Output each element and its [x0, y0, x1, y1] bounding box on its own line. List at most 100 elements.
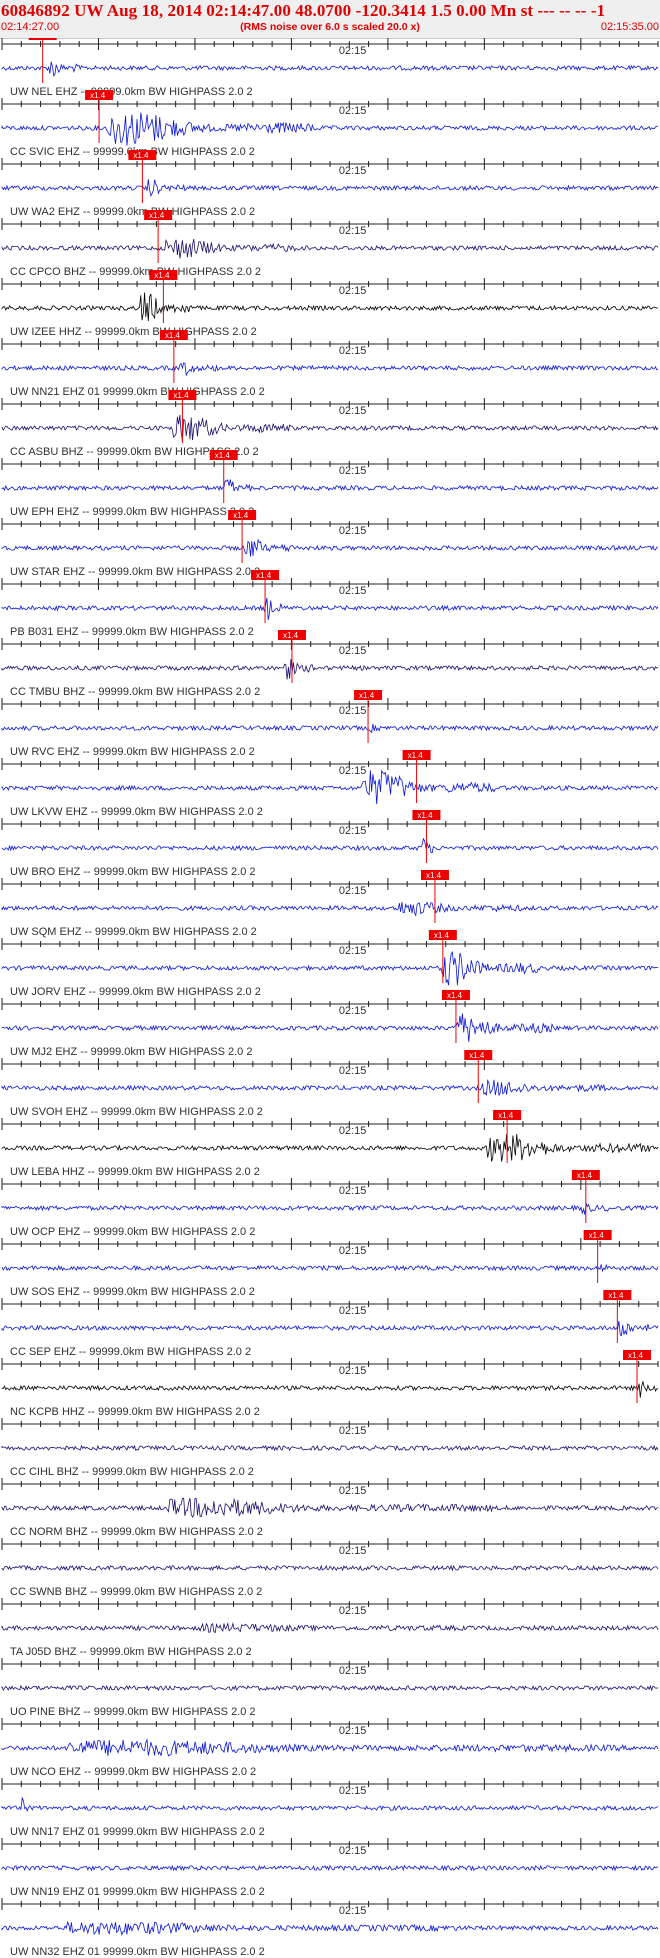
minute-mark-label: 02:15 [339, 1425, 367, 1437]
plot-header: 60846892 UW Aug 18, 2014 02:14:47.00 48.… [0, 0, 660, 39]
phase-pick-label: x1.4 [628, 1351, 644, 1360]
station-label: UW IZEE HHZ -- 99999.0km BW HIGHPASS 2.0… [10, 326, 257, 338]
phase-pick-label: x1.4 [149, 211, 165, 220]
station-label: UW NN17 EHZ 01 99999.0km BW HIGHPASS 2.0… [10, 1826, 265, 1838]
trace-row: 02:15 x1.4 UW JORV EHZ -- 99999.0km BW HIG… [1, 930, 659, 998]
waveform [1, 414, 659, 441]
minute-mark-label: 02:15 [339, 1665, 367, 1677]
waveform [1, 538, 659, 557]
trace-row: 02:15 x1.4 UW STAR EHZ -- 99999.0km BW HIG… [1, 510, 659, 578]
minute-mark-label: 02:15 [339, 345, 367, 357]
trace-row: 02:15 x1.4 UW MJ2 EHZ -- 99999.0km BW HIGH… [1, 990, 659, 1058]
waveform [1, 1738, 659, 1757]
trace-row: 02:15 x1.4 PB B031 EHZ -- 99999.0km BW HIG… [1, 570, 659, 638]
phase-pick-label: x1.4 [589, 1231, 605, 1240]
waveform [1, 1920, 659, 1936]
station-label: UW LKVW EHZ -- 99999.0km BW HIGHPASS 2.0… [10, 806, 263, 818]
trace-row: 02:15 x1.4 UW SOS EHZ -- 99999.0km BW HIGH… [1, 1230, 659, 1298]
station-label: UW NEL EHZ -- 99999.0km BW HIGHPASS 2.0 … [10, 86, 253, 98]
waveform [1, 238, 659, 259]
scaling-note: (RMS noise over 6.0 s scaled 20.0 x) [240, 21, 420, 33]
waveform [1, 1381, 658, 1398]
minute-mark-label: 02:15 [339, 525, 367, 537]
minute-mark-label: 02:15 [339, 1005, 367, 1017]
waveform [1, 723, 659, 734]
phase-pick-label: x1.4 [215, 451, 231, 460]
waveform [1, 1444, 659, 1452]
minute-mark-label: 02:15 [339, 1485, 367, 1497]
minute-mark-label: 02:15 [339, 1125, 367, 1137]
waveform [1, 362, 659, 377]
phase-pick-label: x1.4 [233, 511, 249, 520]
trace-row: 02:15 UW NN17 EHZ 01 99999.0km BW HIGHPAS… [1, 1778, 659, 1838]
station-label: UW BRO EHZ -- 99999.0km BW HIGHPASS 2.0 … [10, 866, 256, 878]
station-label: CC CIHL BHZ -- 99999.0km BW HIGHPASS 2.0… [10, 1466, 254, 1478]
trace-row: 02:15 x1.4 UW SVOH EHZ -- 99999.0km BW HIG… [1, 1050, 659, 1118]
waveform [1, 1684, 659, 1692]
trace-row: 02:15 CC CIHL BHZ -- 99999.0km BW HIGHPAS… [1, 1418, 659, 1478]
trace-row: 02:15 x1.4 UW SQM EHZ -- 99999.0km BW HIGH… [1, 870, 659, 938]
trace-row: 02:15x1.4UW WA2 EHZ -- 99999.0km BW HIGH… [1, 150, 659, 218]
trace-row: 02:15 x1.4 CC TMBU BHZ -- 99999.0km BW HIG… [1, 630, 659, 698]
phase-pick-label: x1.4 [498, 1111, 514, 1120]
station-label: UW JORV EHZ -- 99999.0km BW HIGHPASS 2.0… [10, 986, 261, 998]
waveform [1, 179, 659, 198]
minute-mark-label: 02:15 [339, 1845, 367, 1857]
trace-row: 02:15 x1.4UW NN21 EHZ 01 99999.0km BW HIG… [1, 330, 659, 398]
minute-mark-label: 02:15 [339, 825, 367, 837]
minute-mark-label: 02:15 [339, 705, 367, 717]
phase-pick-label: x1.4 [173, 391, 189, 400]
seismogram-panel: 02:15 x1.4 UW NEL EHZ -- 99999.0km BW HIGH… [1, 38, 659, 1958]
waveform [1, 659, 659, 680]
station-label: CC SWNB BHZ -- 99999.0km BW HIGHPASS 2.0… [10, 1586, 262, 1598]
station-label: UO PINE BHZ -- 99999.0km BW HIGHPASS 2.0… [10, 1706, 256, 1718]
phase-pick-label: x1.4 [426, 871, 442, 880]
minute-mark-label: 02:15 [339, 465, 367, 477]
trace-row: 02:15x1.4CC ASBU BHZ -- 99999.0km BW HIG… [1, 390, 659, 458]
trace-row: 02:15x1.4CC SVIC EHZ -- 99999.0km BW HIG… [1, 90, 659, 158]
station-label: UW MJ2 EHZ -- 99999.0km BW HIGHPASS 2.0 … [10, 1046, 252, 1058]
minute-mark-label: 02:15 [339, 105, 367, 117]
minute-mark-label: 02:15 [339, 405, 367, 417]
waveform [1, 1320, 659, 1337]
waveform [1, 769, 659, 805]
minute-mark-label: 02:15 [339, 1065, 367, 1077]
minute-mark-label: 02:15 [339, 225, 367, 237]
event-title: 60846892 UW Aug 18, 2014 02:14:47.00 48.… [1, 1, 606, 20]
phase-pick-label: x1.4 [469, 1051, 485, 1060]
trace-row: 02:15 UW NCO EHZ -- 99999.0km BW HIGHPASS… [1, 1718, 659, 1778]
station-label: UW WA2 EHZ -- 99999.0km BW HIGHPASS 2.0 … [10, 206, 255, 218]
phase-pick-label: x1.4 [154, 271, 170, 280]
phase-pick-label: x1.4 [133, 151, 149, 160]
trace-row: 02:15x1.4CC CPCO BHZ -- 99999.0km BW HIG… [1, 210, 659, 278]
minute-mark-label: 02:15 [339, 1605, 367, 1617]
waveform [1, 1203, 659, 1215]
trace-row: 02:15x1.4UW IZEE HHZ -- 99999.0km BW HIG… [1, 270, 659, 338]
waveform [1, 1564, 659, 1572]
minute-mark-label: 02:15 [339, 1905, 367, 1917]
station-label: PB B031 EHZ -- 99999.0km BW HIGHPASS 2.0… [10, 626, 254, 638]
waveform [1, 61, 659, 77]
station-label: UW SOS EHZ -- 99999.0km BW HIGHPASS 2.0 … [10, 1286, 255, 1298]
station-label: CC CPCO BHZ -- 99999.0km BW HIGHPASS 2.0… [10, 266, 261, 278]
minute-mark-label: 02:15 [339, 1245, 367, 1257]
minute-mark-label: 02:15 [339, 585, 367, 597]
trace-row: 02:15x1.4UW NEL EHZ -- 99999.0km BW HIGH… [1, 38, 659, 98]
trace-row: 02:15 UO PINE BHZ -- 99999.0km BW HIGHPAS… [1, 1658, 659, 1718]
waveform [1, 1622, 659, 1634]
station-label: UW NCO EHZ -- 99999.0km BW HIGHPASS 2.0 … [10, 1766, 256, 1778]
phase-pick-label: x1.4 [447, 991, 463, 1000]
station-label: CC TMBU BHZ -- 99999.0km BW HIGHPASS 2.0… [10, 686, 260, 698]
minute-mark-label: 02:15 [339, 1785, 367, 1797]
station-label: UW OCP EHZ -- 99999.0km BW HIGHPASS 2.0 … [10, 1226, 255, 1238]
trace-row: 02:15 UW NN32 EHZ 01 99999.0km BW HIGHPAS… [1, 1898, 659, 1958]
waveform [1, 597, 659, 620]
station-label: UW RVC EHZ -- 99999.0km BW HIGHPASS 2.0 … [10, 746, 255, 758]
station-label: UW STAR EHZ -- 99999.0km BW HIGHPASS 2.0… [10, 566, 260, 578]
station-label: CC NORM BHZ -- 99999.0km BW HIGHPASS 2.0… [10, 1526, 263, 1538]
phase-pick-label: x1.4 [359, 691, 375, 700]
trace-row: 02:15 UW NN19 EHZ 01 99999.0km BW HIGHPAS… [1, 1838, 659, 1898]
trace-row: 02:15 x1.4 UW RVC EHZ -- 99999.0km BW HIGH… [1, 690, 659, 758]
trace-row: 02:15 TA J05D BHZ -- 99999.0km BW HIGHPAS… [1, 1598, 659, 1658]
station-label: UW NN21 EHZ 01 99999.0km BW HIGHPASS 2.0… [10, 386, 265, 398]
